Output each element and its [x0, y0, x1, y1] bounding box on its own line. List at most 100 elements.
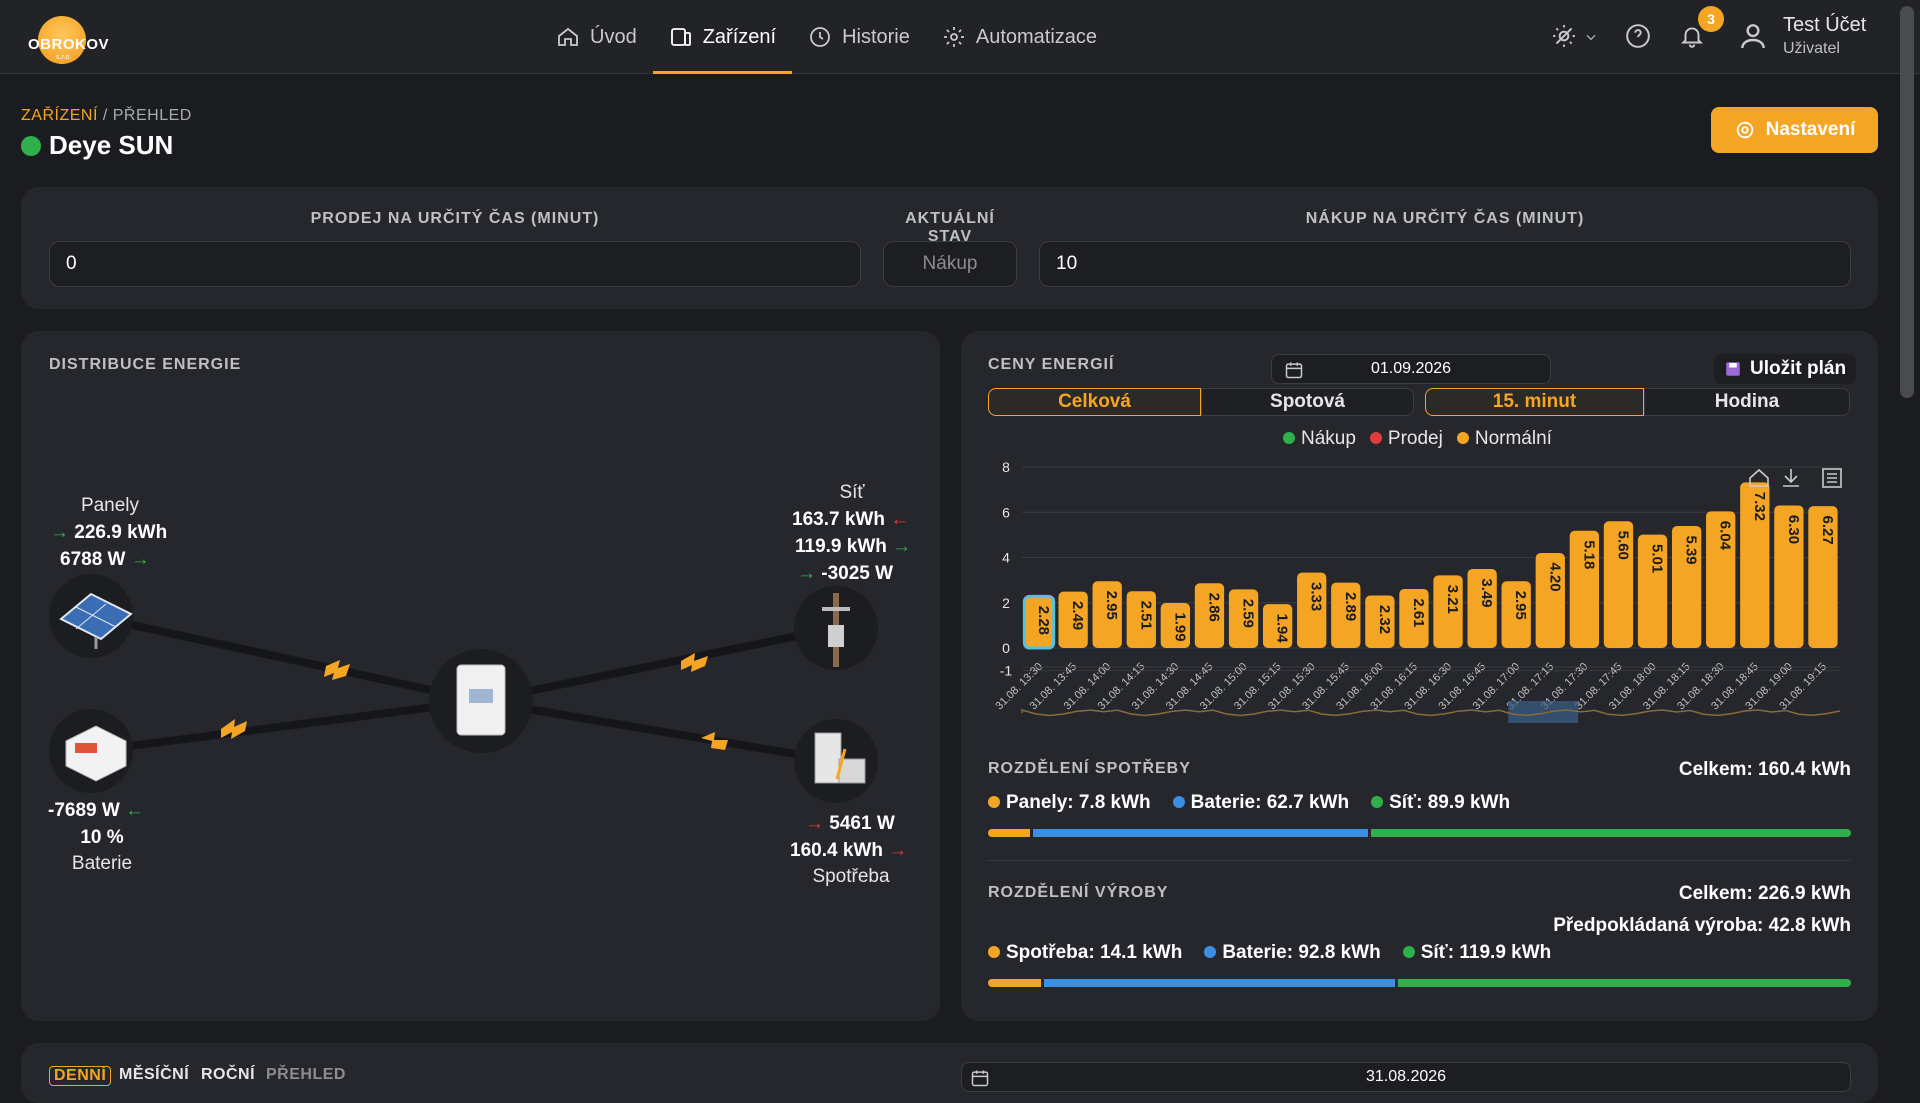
- legend-dot: [1283, 432, 1295, 444]
- tab-hour[interactable]: Hodina: [1644, 388, 1850, 416]
- grid-export-value: 119.9 kWh: [795, 536, 887, 557]
- bar-value-label: 5.60: [1614, 531, 1631, 560]
- legend-item[interactable]: Normální: [1456, 428, 1552, 450]
- user-name[interactable]: Test Účet: [1783, 14, 1866, 37]
- tab-yearly[interactable]: ROČNÍ: [201, 1066, 255, 1084]
- legend-item: Síť: 119.9 kWh: [1402, 942, 1552, 964]
- panels-energy: → 226.9 kWh: [50, 522, 168, 543]
- price-chart: 86420-12.2831.08. 13:302.4931.08. 13:452…: [993, 459, 1841, 723]
- y-tick-label: -1: [1000, 663, 1013, 679]
- gear-icon: [1736, 121, 1753, 139]
- legend-item[interactable]: Nákup: [1283, 428, 1356, 450]
- bar-value-label: 2.59: [1240, 599, 1257, 628]
- chevron-down-icon[interactable]: [1584, 30, 1598, 49]
- user-role: Uživatel: [1783, 40, 1840, 57]
- bar-value-label: 1.94: [1274, 614, 1291, 644]
- price-date-picker[interactable]: 01.09.2026: [1271, 354, 1551, 384]
- bar-value-label: 3.33: [1308, 582, 1325, 611]
- bar-value-label: 6.27: [1819, 516, 1836, 545]
- tab-overview[interactable]: PŘEHLED: [266, 1066, 346, 1084]
- legend-item[interactable]: Prodej: [1369, 428, 1443, 450]
- theme-toggle[interactable]: [1551, 23, 1577, 54]
- legend-item: Panely: 7.8 kWh: [988, 792, 1151, 814]
- bar-value-label: 3.49: [1478, 578, 1495, 607]
- split-bar-segment: [988, 829, 1030, 837]
- grid-power-value: -3025 W: [821, 563, 894, 584]
- home-icon: [558, 27, 578, 46]
- legend-label: Síť: 89.9 kWh: [1389, 792, 1511, 813]
- calendar-icon: [971, 1070, 989, 1087]
- y-tick-label: 8: [1002, 459, 1010, 475]
- notification-badge: 3: [1698, 6, 1724, 32]
- logo-text: OBROKOV: [28, 36, 110, 53]
- legend-dot: [988, 946, 1000, 958]
- buy-minutes-input[interactable]: 10: [1039, 241, 1851, 287]
- top-bar: OBROKOV s.r.o. Úvod Zařízení Historie Au…: [0, 0, 1920, 74]
- user-avatar[interactable]: [1737, 20, 1769, 57]
- bar-value-label: 2.28: [1035, 606, 1052, 635]
- nav-item-home[interactable]: Úvod: [540, 0, 653, 74]
- consumption-split-bar: [988, 829, 1851, 837]
- legend-dot: [1369, 432, 1382, 444]
- chart-download-icon: [1783, 469, 1799, 487]
- company-logo[interactable]: OBROKOV s.r.o.: [26, 12, 110, 64]
- consumption-energy-value: 160.4 kWh: [790, 840, 883, 861]
- consumption-energy: 160.4 kWh →: [790, 840, 908, 861]
- page-title: Deye SUN: [21, 130, 173, 161]
- tab-spot[interactable]: Spotová: [1201, 388, 1414, 416]
- legend-label: Spotřeba: 14.1 kWh: [1006, 942, 1183, 963]
- tab-15-min[interactable]: 15. minut: [1425, 388, 1644, 416]
- bar-value-label: 2.49: [1069, 601, 1086, 630]
- production-split-total: Celkem: 226.9 kWh: [1678, 883, 1851, 904]
- help-button[interactable]: [1625, 23, 1651, 54]
- split-bar-segment: [1370, 829, 1851, 837]
- history-icon: [810, 27, 830, 47]
- flow-line-grid: [480, 624, 837, 705]
- save-plan-button[interactable]: Uložit plán: [1714, 354, 1857, 384]
- tab-monthly[interactable]: MĚSÍČNÍ: [119, 1066, 189, 1084]
- breadcrumb-current: PŘEHLED: [112, 107, 192, 124]
- legend-item: Baterie: 62.7 kWh: [1172, 792, 1349, 814]
- settings-button[interactable]: Nastavení: [1711, 107, 1878, 153]
- interval-tabs: 15. minut Hodina: [1425, 388, 1850, 416]
- battery-label: Baterie: [71, 853, 133, 874]
- help-icon: [1626, 24, 1650, 48]
- bar-value-label: 5.39: [1683, 535, 1700, 564]
- sell-minutes-input[interactable]: 0: [49, 241, 861, 287]
- nav-label: Zařízení: [702, 25, 777, 48]
- tab-daily[interactable]: DENNÍ: [49, 1066, 112, 1086]
- legend-label: Baterie: 92.8 kWh: [1222, 942, 1381, 963]
- gear-icon: [943, 27, 964, 47]
- consumption-power: → 5461 W: [805, 813, 895, 834]
- buy-label: NÁKUP NA URČITÝ ČAS (MINUT): [1305, 210, 1585, 227]
- bar-value-label: 6.30: [1785, 515, 1802, 544]
- history-date-picker[interactable]: 31.08.2026: [961, 1062, 1851, 1092]
- chart-toolbar: [1749, 468, 1842, 488]
- settings-label: Nastavení: [1765, 119, 1856, 140]
- breadcrumb-link[interactable]: ZAŘÍZENÍ: [21, 107, 98, 124]
- nav-item-devices[interactable]: Zařízení: [652, 0, 793, 74]
- breadcrumb-separator: /: [97, 107, 113, 124]
- y-tick-label: 6: [1002, 504, 1010, 520]
- consumption-power-value: 5461 W: [829, 813, 895, 834]
- tab-total[interactable]: Celková: [988, 388, 1201, 416]
- battery-power: -7689 W ←: [48, 800, 145, 821]
- legend-label: Normální: [1474, 428, 1552, 449]
- save-icon: [1726, 362, 1740, 376]
- legend-dot: [1456, 432, 1469, 444]
- battery-power-value: -7689 W: [48, 800, 120, 821]
- legend-label: Síť: 119.9 kWh: [1420, 942, 1552, 963]
- production-split-legend: Spotřeba: 14.1 kWh Baterie: 92.8 kWh Síť…: [988, 942, 1551, 964]
- chart-reset-icon: [1749, 468, 1769, 487]
- theme-sun-icon: [1553, 25, 1575, 47]
- bar-value-label: 5.01: [1649, 544, 1666, 573]
- bar-value-label: 3.21: [1444, 585, 1461, 614]
- nav-item-history[interactable]: Historie: [792, 0, 926, 74]
- nav-item-automation[interactable]: Automatizace: [926, 0, 1113, 74]
- device-name: Deye SUN: [49, 130, 174, 160]
- scrollbar[interactable]: [1900, 6, 1914, 398]
- y-tick-label: 0: [1002, 640, 1010, 656]
- panels-label: Panely: [80, 495, 140, 516]
- panels-power: 6788 W →: [60, 549, 150, 570]
- legend-label: Panely: 7.8 kWh: [1006, 792, 1151, 813]
